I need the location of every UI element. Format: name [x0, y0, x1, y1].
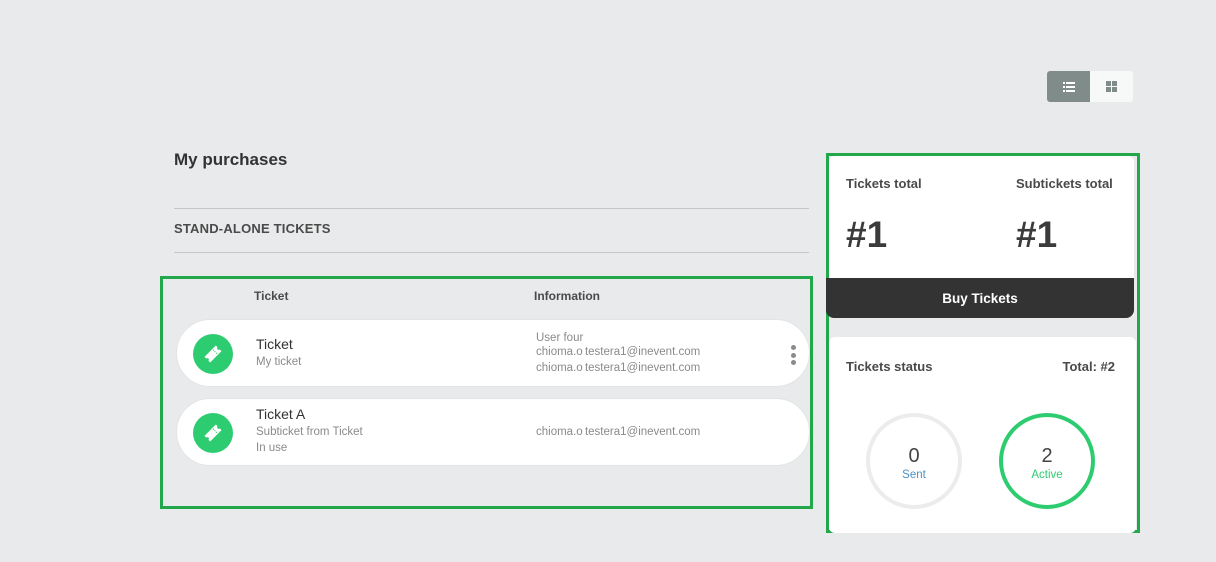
sent-count: 0: [908, 445, 920, 467]
active-counter[interactable]: 2 Active: [999, 413, 1095, 509]
list-view-button[interactable]: [1047, 71, 1090, 102]
tickets-table: Ticket Information Ticket My ticket User…: [160, 276, 813, 509]
ticket-email: chioma.o testera1@inevent.com: [536, 362, 701, 374]
buy-tickets-button[interactable]: Buy Tickets: [826, 278, 1134, 318]
column-header-information: Information: [534, 289, 600, 303]
totals-card: Tickets total Subtickets total #1 #1 Buy…: [826, 156, 1134, 318]
grid-icon: [1106, 81, 1117, 92]
tickets-summary: Tickets total Subtickets total #1 #1 Buy…: [826, 153, 1140, 533]
sent-counter[interactable]: 0 Sent: [866, 413, 962, 509]
tickets-status-label: Tickets status: [846, 359, 933, 374]
ticket-email: chioma.o testera1@inevent.com: [536, 346, 701, 358]
section-title: STAND-ALONE TICKETS: [174, 221, 331, 236]
ticket-name: Ticket: [256, 336, 293, 352]
ticket-icon: [193, 413, 233, 453]
table-row[interactable]: Ticket A Subticket from Ticket In use ch…: [176, 398, 810, 466]
ticket-status: In use: [256, 442, 288, 454]
ticket-email: chioma.o testera1@inevent.com: [536, 426, 701, 438]
ticket-owner: User four: [536, 332, 584, 344]
tickets-total-label: Tickets total: [846, 176, 922, 191]
table-row[interactable]: Ticket My ticket User four chioma.o test…: [176, 319, 810, 387]
list-icon: [1062, 81, 1075, 92]
tickets-status-total: Total: #2: [1062, 359, 1116, 374]
subtickets-total-label: Subtickets total: [1016, 176, 1113, 191]
ticket-subtitle: My ticket: [256, 356, 302, 368]
page-title: My purchases: [174, 150, 288, 169]
divider: [174, 208, 809, 209]
ticket-icon: [193, 334, 233, 374]
active-count: 2: [1041, 445, 1053, 467]
tickets-status-card: Tickets status Total: #2 0 Sent 2 Active: [829, 337, 1136, 533]
divider: [174, 252, 809, 253]
tickets-total-value: #1: [846, 214, 888, 255]
column-header-ticket: Ticket: [254, 289, 289, 303]
view-toggle: [1047, 71, 1133, 102]
sent-label: Sent: [902, 469, 926, 481]
ticket-subtitle: Subticket from Ticket: [256, 426, 363, 438]
ticket-name: Ticket A: [256, 406, 306, 422]
more-options-icon[interactable]: [790, 345, 796, 365]
grid-view-button[interactable]: [1090, 71, 1133, 102]
active-label: Active: [1031, 469, 1063, 481]
subtickets-total-value: #1: [1016, 214, 1058, 255]
